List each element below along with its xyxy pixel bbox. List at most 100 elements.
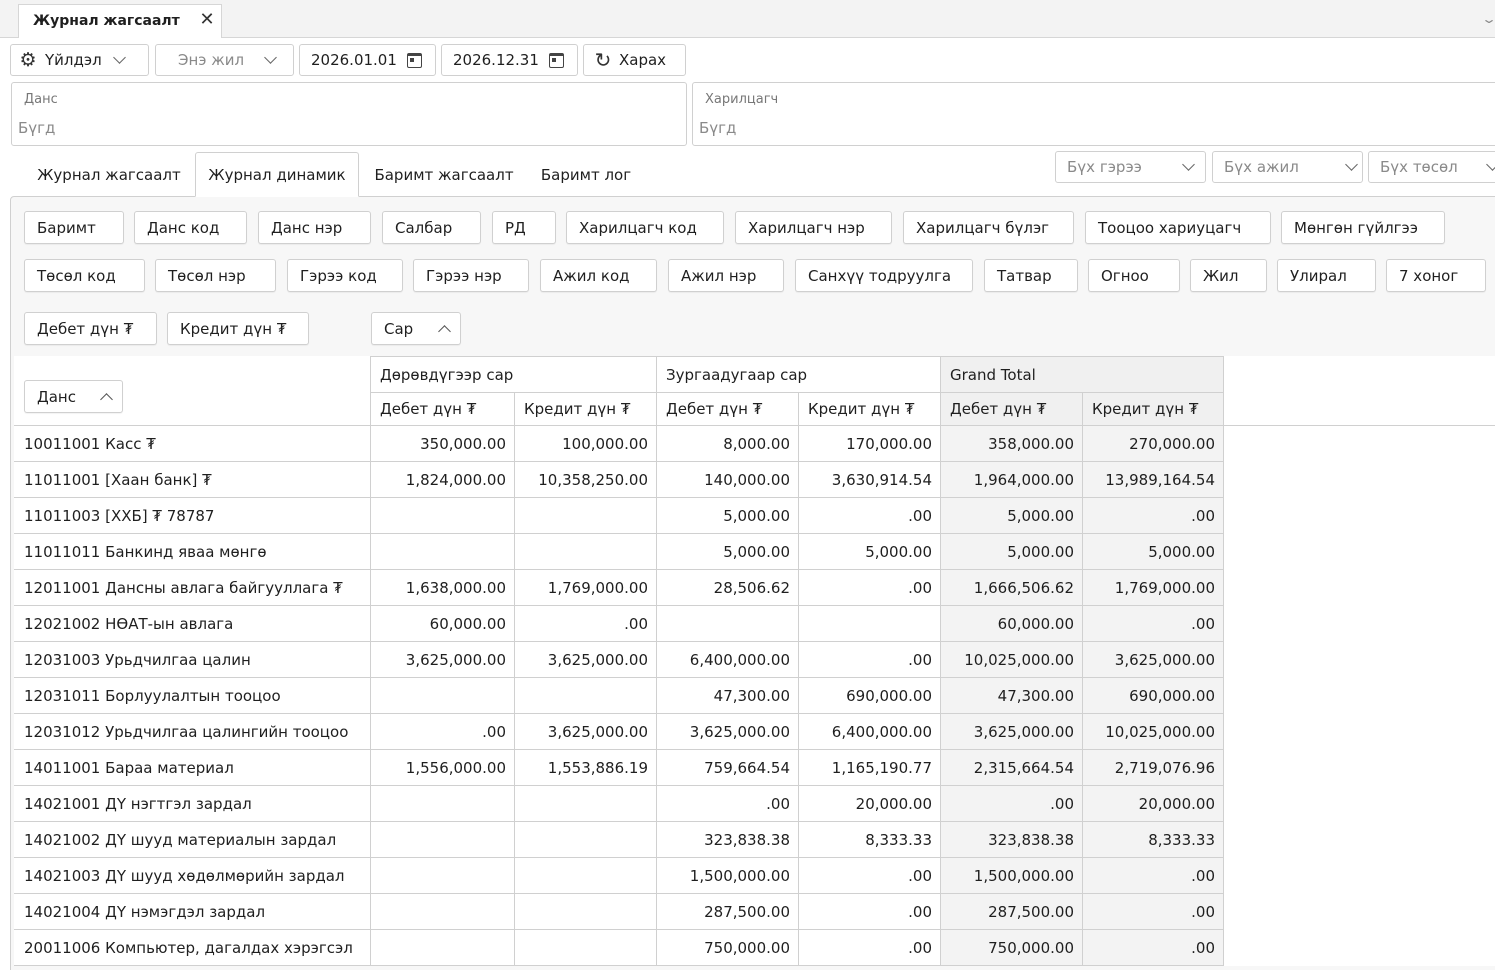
partner-filter-label: Харилцагч [705, 92, 779, 107]
chevron-down-icon [112, 51, 126, 64]
chevron-up-icon[interactable] [100, 392, 113, 406]
field-chip-job-code[interactable]: Ажил код [540, 259, 657, 292]
account-filter-field[interactable]: Данс Бүгд [11, 82, 687, 146]
table-row[interactable]: 12031011 Борлуулалтын тооцоо 47,300.00 690… [14, 678, 1224, 714]
chevron-down-icon[interactable]: ⌄ [1481, 12, 1495, 26]
value-cell: 5,000.00 [723, 507, 790, 525]
table-row[interactable]: 12011001 Дансны авлага байгууллага ₮ 1,63… [14, 570, 1224, 606]
partner-filter-field[interactable]: Харилцагч Бүгд [692, 82, 1495, 146]
value-cell: 3,625,000.00 [689, 723, 790, 741]
value-cell: 5,000.00 [865, 543, 932, 561]
value-cell: 1,500,000.00 [689, 867, 790, 885]
field-chip-reg-number[interactable]: РД [492, 211, 556, 244]
value-cell: 690,000.00 [1083, 678, 1223, 714]
field-chip-week[interactable]: 7 хоног [1386, 259, 1486, 292]
row-header-account: 12031003 Урьдчилгаа цалин [24, 651, 251, 669]
table-row[interactable]: 14021001 ДҮ нэгтгэл зардал .00 20,000.00.0… [14, 786, 1224, 822]
date-to-value: 2026.12.31 [453, 51, 539, 69]
tab-journal-list[interactable]: Журнал жагсаалт [26, 152, 192, 197]
value-cell [515, 822, 656, 858]
field-chip-settlement-officer[interactable]: Тооцоо хариуцагч [1085, 211, 1271, 244]
document-tab-journal-list[interactable]: Журнал жагсаалт ✕ [18, 4, 222, 38]
field-chip-account-code[interactable]: Данс код [134, 211, 247, 244]
data-field-chip-debit[interactable]: Дебет дүн ₮ [24, 312, 157, 345]
table-row[interactable]: 12021002 НӨАТ-ын авлага 60,000.00.00 60,00… [14, 606, 1224, 642]
field-chip-financial-note[interactable]: Санхүү тодруулга [795, 259, 973, 292]
value-cell: 1,165,190.77 [831, 759, 932, 777]
column-group-header: Дөрөвдүгээр сар [371, 357, 656, 392]
value-cell [657, 606, 798, 642]
field-chip-project-name[interactable]: Төсөл нэр [155, 259, 276, 292]
value-cell: 5,000.00 [941, 498, 1082, 534]
field-chip-job-name[interactable]: Ажил нэр [668, 259, 784, 292]
date-from-field[interactable]: 2026.01.01 [299, 44, 436, 76]
table-row[interactable]: 20011006 Компьютер, дагалдах хэрэгсэл 750… [14, 930, 1224, 966]
value-cell: .00 [1083, 894, 1223, 930]
table-row[interactable]: 14021004 ДҮ нэмэгдэл зардал 287,500.00.00… [14, 894, 1224, 930]
tab-document-list[interactable]: Баримт жагсаалт [364, 152, 524, 197]
row-header-account: 12021002 НӨАТ-ын авлага [24, 615, 234, 633]
job-select[interactable]: Бүх ажил [1212, 151, 1363, 183]
field-chip-tax[interactable]: Татвар [984, 259, 1078, 292]
value-cell: 1,824,000.00 [405, 471, 506, 489]
value-cell: 3,630,914.54 [831, 471, 932, 489]
field-chip-account-name[interactable]: Данс нэр [258, 211, 371, 244]
chevron-up-icon[interactable] [438, 324, 452, 338]
value-cell: 1,666,506.62 [941, 570, 1082, 606]
pivot-grid: Данс Дөрөвдүгээр сар Зургаадугаар сар Gr… [14, 356, 1495, 966]
actions-menu-button[interactable]: ⚙ Үйлдэл [10, 44, 149, 76]
project-select[interactable]: Бүх төсөл [1368, 151, 1495, 183]
field-chip-date[interactable]: Огноо [1088, 259, 1180, 292]
grand-total-header: Grand Total [941, 357, 1223, 392]
value-cell: 1,964,000.00 [941, 462, 1082, 498]
period-select-value: Энэ жил [178, 51, 245, 69]
row-header-account: 10011001 Касс ₮ [24, 435, 156, 453]
table-row[interactable]: 10011001 Касс ₮ 350,000.00 100,000.00 8,000… [14, 426, 1224, 462]
calendar-icon[interactable] [406, 52, 422, 68]
value-cell [371, 786, 514, 822]
field-chip-partner-name[interactable]: Харилцагч нэр [735, 211, 892, 244]
view-button[interactable]: ↻ Харах [583, 44, 686, 76]
close-icon[interactable]: ✕ [197, 9, 217, 31]
field-chip-partner-group[interactable]: Харилцагч бүлэг [903, 211, 1074, 244]
value-cell [371, 894, 514, 930]
value-cell: 3,625,000.00 [547, 651, 648, 669]
value-cell [515, 930, 656, 966]
field-chip-contract-name[interactable]: Гэрээ нэр [413, 259, 529, 292]
calendar-icon[interactable] [548, 52, 564, 68]
field-chip-cash-flow[interactable]: Мөнгөн гүйлгээ [1281, 211, 1445, 244]
table-row[interactable]: 14011001 Бараа материал 1,556,000.00 1,553… [14, 750, 1224, 786]
value-cell: 100,000.00 [562, 435, 648, 453]
value-cell: 10,358,250.00 [538, 471, 648, 489]
value-cell: .00 [908, 903, 932, 921]
table-row[interactable]: 12031012 Урьдчилгаа цалингийн тооцоо .00 3… [14, 714, 1224, 750]
row-header-account: 20011006 Компьютер, дагалдах хэрэгсэл [24, 939, 353, 957]
tab-document-log[interactable]: Баримт лог [528, 152, 644, 197]
value-cell: 750,000.00 [941, 930, 1082, 966]
field-chip-year[interactable]: Жил [1190, 259, 1267, 292]
measure-header-debit: Дебет дүн ₮ [941, 393, 1082, 425]
table-row[interactable]: 14021002 ДҮ шууд материалын зардал 323,83… [14, 822, 1224, 858]
field-chip-project-code[interactable]: Төсөл код [24, 259, 145, 292]
period-select[interactable]: Энэ жил [155, 44, 294, 76]
field-chip-branch[interactable]: Салбар [382, 211, 481, 244]
field-chip-contract-code[interactable]: Гэрээ код [287, 259, 403, 292]
table-row[interactable]: 11011003 [ХХБ] ₮ 78787 5,000.00.00 5,000.0… [14, 498, 1224, 534]
table-row[interactable]: 14021003 ДҮ шууд хөдөлмөрийн зардал 1,500… [14, 858, 1224, 894]
table-row[interactable]: 11011011 Банкинд яваа мөнгө 5,000.00 5,000… [14, 534, 1224, 570]
value-cell [799, 606, 940, 642]
row-field-chip-account[interactable]: Данс [24, 380, 123, 413]
table-row[interactable]: 12031003 Урьдчилгаа цалин 3,625,000.00 3,6… [14, 642, 1224, 678]
column-group-header: Зургаадугаар сар [657, 357, 940, 392]
tab-journal-dynamic[interactable]: Журнал динамик [195, 152, 359, 197]
table-row[interactable]: 11011001 [Хаан банк] ₮ 1,824,000.00 10,358… [14, 462, 1224, 498]
contract-select[interactable]: Бүх гэрээ [1055, 151, 1206, 183]
value-cell: 759,664.54 [704, 759, 790, 777]
date-to-field[interactable]: 2026.12.31 [441, 44, 578, 76]
field-chip-quarter[interactable]: Улирал [1277, 259, 1376, 292]
data-field-chip-credit[interactable]: Кредит дүн ₮ [167, 312, 309, 345]
field-chip-document[interactable]: Баримт [24, 211, 124, 244]
column-field-chip-month[interactable]: Сар [371, 312, 461, 345]
field-chip-partner-code[interactable]: Харилцагч код [566, 211, 724, 244]
value-cell: 20,000.00 [1083, 786, 1223, 822]
